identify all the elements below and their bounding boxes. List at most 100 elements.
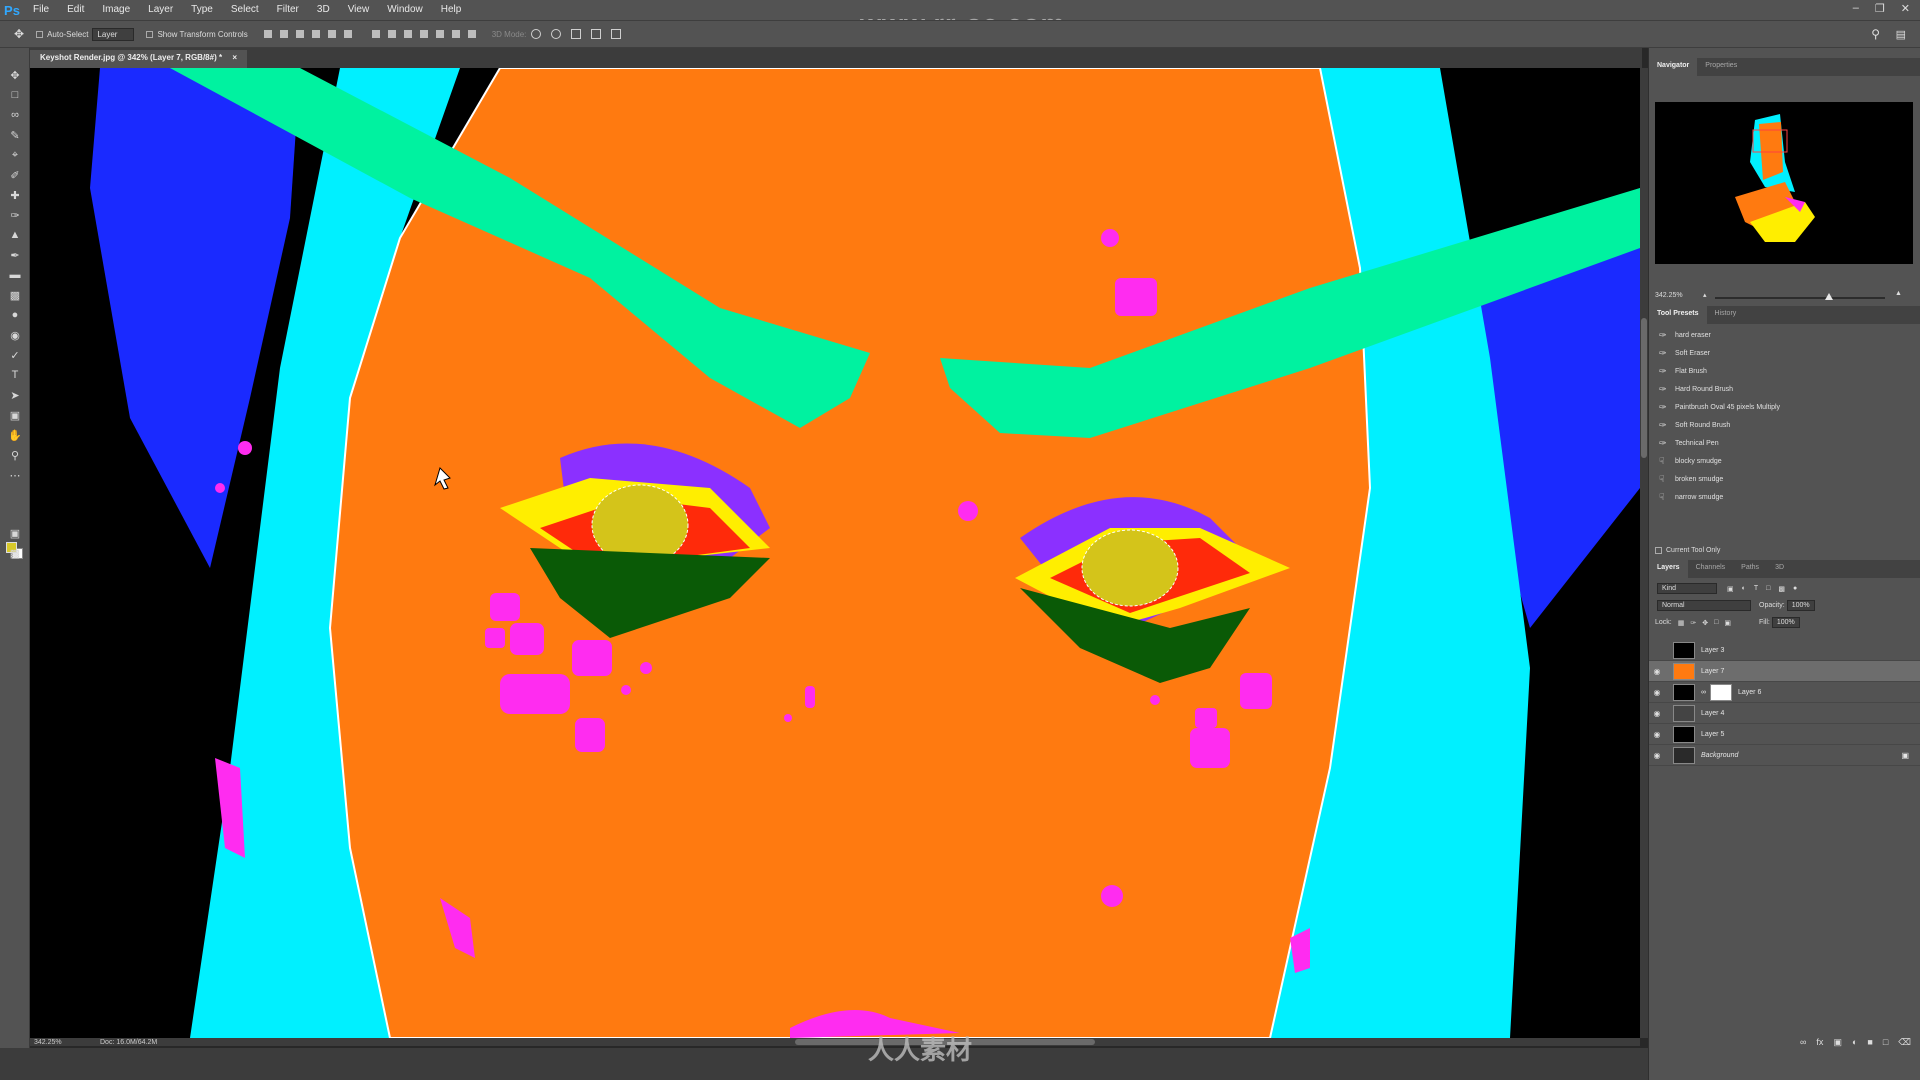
chain-link-icon[interactable]: ∞	[1701, 689, 1706, 696]
distribute-top-icon[interactable]	[371, 30, 380, 38]
zoom-tool[interactable]: ⚲	[8, 448, 22, 462]
eye-icon[interactable]: ◉	[1649, 709, 1665, 718]
preset-item[interactable]: ✑ Technical Pen	[1649, 434, 1920, 452]
navigator-preview[interactable]	[1655, 102, 1913, 264]
menu-layer[interactable]: Layer	[139, 0, 182, 20]
close-tab-icon[interactable]: ×	[232, 53, 237, 62]
filter-toggle-icon[interactable]: ●	[1793, 585, 1797, 592]
preset-item[interactable]: ✑ hard eraser	[1649, 326, 1920, 344]
preset-item[interactable]: ✑ Flat Brush	[1649, 362, 1920, 380]
shape-tool[interactable]: ▣	[8, 408, 22, 422]
brush-tool[interactable]: ✑	[8, 208, 22, 222]
crop-tool[interactable]: ⌖	[8, 148, 22, 162]
pen-tool[interactable]: ✓	[8, 348, 22, 362]
quick-select-tool[interactable]: ✎	[8, 128, 22, 142]
distribute-left-icon[interactable]	[419, 30, 428, 38]
add-mask-icon[interactable]: ▣	[1833, 1037, 1842, 1048]
workspace-icon[interactable]: ▤	[1896, 28, 1906, 41]
scale-3d-icon[interactable]	[611, 29, 622, 39]
eye-icon[interactable]: ◉	[1649, 751, 1665, 760]
blend-mode-dropdown[interactable]: Normal	[1657, 600, 1751, 611]
restore-icon[interactable]: ❐	[1875, 2, 1885, 15]
menu-select[interactable]: Select	[222, 0, 268, 20]
stamp-tool[interactable]: ▲	[8, 228, 22, 242]
menu-help[interactable]: Help	[432, 0, 471, 20]
filter-adjustment-icon[interactable]: ◐	[1742, 585, 1746, 592]
eye-icon[interactable]: ◉	[1649, 667, 1665, 676]
tab-history[interactable]: History	[1707, 306, 1745, 324]
tab-properties[interactable]: Properties	[1697, 58, 1745, 76]
delete-layer-icon[interactable]: ⌫	[1898, 1037, 1911, 1048]
menu-filter[interactable]: Filter	[268, 0, 308, 20]
menu-type[interactable]: Type	[182, 0, 222, 20]
vertical-scroll-thumb[interactable]	[1641, 318, 1647, 458]
orbit-3d-icon[interactable]	[531, 29, 542, 39]
minimize-icon[interactable]: –	[1853, 2, 1859, 15]
blur-tool[interactable]: ●	[8, 308, 22, 322]
preset-item[interactable]: ✑ Soft Round Brush	[1649, 416, 1920, 434]
history-brush-tool[interactable]: ✒	[8, 248, 22, 262]
new-layer-icon[interactable]: □	[1883, 1037, 1888, 1047]
eye-icon[interactable]: ◉	[1649, 688, 1665, 697]
opacity-input[interactable]: 100%	[1786, 600, 1815, 611]
menu-edit[interactable]: Edit	[58, 0, 93, 20]
align-vcenter-icon[interactable]	[279, 30, 288, 38]
filter-smart-icon[interactable]: ▩	[1778, 585, 1785, 593]
dodge-tool[interactable]: ◉	[8, 328, 22, 342]
tab-navigator[interactable]: Navigator	[1649, 58, 1698, 76]
tab-paths[interactable]: Paths	[1733, 560, 1767, 578]
lock-artboard-icon[interactable]: □	[1714, 619, 1718, 626]
lock-transparent-icon[interactable]: ▦	[1678, 619, 1685, 627]
navigator-zoom-value[interactable]: 342.25%	[1655, 292, 1683, 299]
distribute-right-icon[interactable]	[451, 30, 460, 38]
search-icon[interactable]: ⚲	[1871, 27, 1880, 41]
filter-shape-icon[interactable]: □	[1766, 585, 1770, 592]
adjustment-layer-icon[interactable]: ◐	[1852, 1037, 1857, 1047]
auto-align-icon[interactable]	[467, 30, 476, 38]
preset-item[interactable]: ☟ broken smudge	[1649, 470, 1920, 488]
layer-row[interactable]: ◉ ∞ Layer 6	[1649, 682, 1920, 703]
preset-item[interactable]: ✑ Soft Eraser	[1649, 344, 1920, 362]
menu-file[interactable]: File	[24, 0, 58, 20]
align-hcenter-icon[interactable]	[327, 30, 336, 38]
tab-layers[interactable]: Layers	[1649, 560, 1688, 578]
eyedropper-tool[interactable]: ✐	[8, 168, 22, 182]
gradient-tool[interactable]: ▩	[8, 288, 22, 302]
current-tool-only-checkbox[interactable]	[1655, 546, 1662, 554]
type-tool[interactable]: T	[8, 368, 22, 382]
zoom-slider-knob[interactable]	[1825, 293, 1833, 300]
vertical-scrollbar[interactable]	[1640, 68, 1648, 1038]
layer-mask-thumbnail[interactable]	[1710, 683, 1732, 701]
quick-mask-icon[interactable]: ▣	[8, 526, 22, 540]
zoom-out-icon[interactable]: ▴	[1703, 291, 1707, 299]
distribute-bottom-icon[interactable]	[403, 30, 412, 38]
align-right-icon[interactable]	[343, 30, 352, 38]
screen-mode-icon[interactable]: ▩	[8, 546, 22, 560]
menu-3d[interactable]: 3D	[308, 0, 339, 20]
layer-row[interactable]: ◉ Layer 4	[1649, 703, 1920, 724]
layer-row-selected[interactable]: ◉ Layer 7	[1649, 661, 1920, 682]
align-left-icon[interactable]	[311, 30, 320, 38]
tab-tool-presets[interactable]: Tool Presets	[1649, 306, 1707, 324]
preset-item[interactable]: ☟ blocky smudge	[1649, 452, 1920, 470]
layer-style-icon[interactable]: fx	[1816, 1037, 1823, 1047]
layer-row[interactable]: ◉ Background ▣	[1649, 745, 1920, 766]
move-tool-icon[interactable]: ✥	[14, 27, 24, 41]
lock-all-icon[interactable]: ▣	[1724, 619, 1731, 627]
layer-row[interactable]: Layer 3	[1649, 640, 1920, 661]
transform-controls-checkbox[interactable]	[146, 30, 154, 38]
eraser-tool[interactable]: ▬	[8, 268, 22, 282]
lasso-tool[interactable]: ∞	[8, 108, 22, 122]
pan-3d-icon[interactable]	[571, 29, 582, 39]
align-bottom-icon[interactable]	[295, 30, 304, 38]
close-icon[interactable]: ✕	[1901, 2, 1910, 15]
auto-select-checkbox[interactable]	[36, 30, 44, 38]
healing-tool[interactable]: ✚	[8, 188, 22, 202]
slide-3d-icon[interactable]	[591, 29, 602, 39]
move-tool[interactable]: ✥	[8, 68, 22, 82]
marquee-tool[interactable]: □	[8, 88, 22, 102]
auto-select-dropdown[interactable]: Layer	[92, 27, 135, 41]
menu-image[interactable]: Image	[93, 0, 139, 20]
document-tab[interactable]: Keyshot Render.jpg @ 342% (Layer 7, RGB/…	[30, 50, 247, 68]
status-zoom[interactable]: 342.25%	[34, 1039, 62, 1046]
